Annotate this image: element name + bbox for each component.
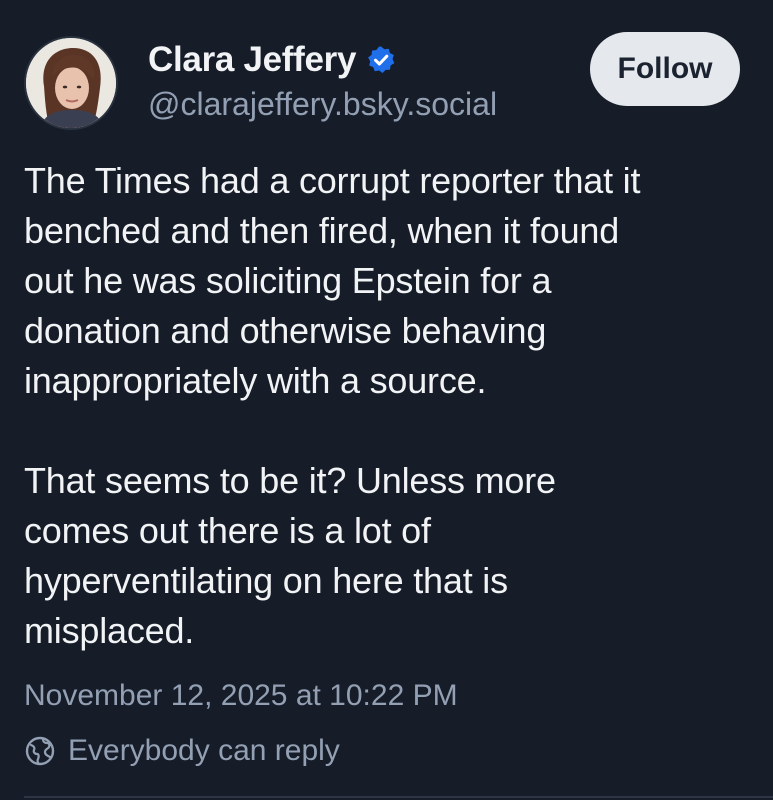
post-timestamp: November 12, 2025 at 10:22 PM — [24, 679, 458, 712]
author-handle[interactable]: @clarajeffery.bsky.social — [148, 86, 497, 123]
post-thread-item: Clara Jeffery @clarajeffery.bsky.social … — [0, 0, 773, 800]
author-row: Clara Jeffery — [148, 38, 396, 82]
avatar-photo — [26, 38, 116, 128]
post-body: The Times had a corrupt reporter that it… — [24, 156, 754, 656]
globe-icon — [24, 735, 56, 767]
reply-setting-label: Everybody can reply — [68, 734, 340, 767]
avatar[interactable] — [24, 36, 118, 130]
reply-setting[interactable]: Everybody can reply — [24, 731, 340, 771]
display-name[interactable]: Clara Jeffery — [148, 40, 356, 80]
post-paragraph: That seems to be it? Unless more comes o… — [24, 460, 556, 651]
post-paragraph: The Times had a corrupt reporter that it… — [24, 160, 641, 401]
follow-button[interactable]: Follow — [590, 32, 740, 106]
verified-check-icon[interactable] — [366, 45, 396, 75]
divider — [24, 796, 773, 798]
